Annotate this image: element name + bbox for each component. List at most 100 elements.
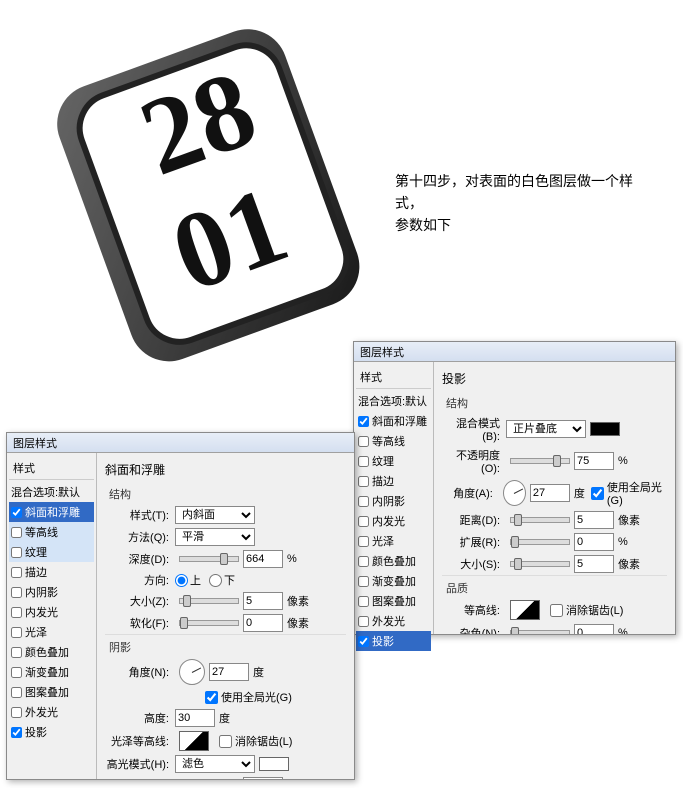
layer-style-dialog-shadow: 图层样式 样式 混合选项:默认 斜面和浮雕 等高线 纹理 描边 内阴影 内发光 … <box>353 341 676 635</box>
sidebar-styles-header[interactable]: 样式 <box>9 457 94 480</box>
spread-slider[interactable] <box>510 539 570 545</box>
soften-input[interactable] <box>243 614 283 632</box>
direction-up[interactable]: 上 <box>175 572 201 588</box>
angle-dial[interactable] <box>179 659 205 685</box>
highlight-color-swatch[interactable] <box>259 757 289 771</box>
chk-coloroverlay[interactable] <box>358 556 369 567</box>
chk-dropshadow[interactable] <box>358 636 369 647</box>
sidebar-item-texture[interactable]: 纹理 <box>9 542 94 562</box>
chk-stroke[interactable] <box>11 567 22 578</box>
chk-outerglow[interactable] <box>11 707 22 718</box>
sidebar-blend-default[interactable]: 混合选项:默认 <box>356 391 431 411</box>
depth-slider[interactable] <box>179 556 239 562</box>
size-input[interactable] <box>574 555 614 573</box>
chk-texture[interactable] <box>11 547 22 558</box>
highlight-opacity-input[interactable] <box>243 777 283 779</box>
gloss-contour-picker[interactable] <box>179 731 209 751</box>
chk-satin[interactable] <box>11 627 22 638</box>
chk-innershadow[interactable] <box>11 587 22 598</box>
opacity-input[interactable] <box>574 452 614 470</box>
chk-contour[interactable] <box>11 527 22 538</box>
size-slider[interactable] <box>510 561 570 567</box>
angle-input[interactable] <box>209 663 249 681</box>
chk-outerglow[interactable] <box>358 616 369 627</box>
antialias-check[interactable]: 消除锯齿(L) <box>550 602 623 618</box>
sidebar-item-outerglow[interactable]: 外发光 <box>356 611 431 631</box>
gloss-contour-label: 光泽等高线: <box>105 733 175 749</box>
chk-texture[interactable] <box>358 456 369 467</box>
sidebar-item-stroke[interactable]: 描边 <box>9 562 94 582</box>
sidebar-item-bevel[interactable]: 斜面和浮雕 <box>356 411 431 431</box>
chk-patternoverlay[interactable] <box>11 687 22 698</box>
sidebar-item-contour[interactable]: 等高线 <box>356 431 431 451</box>
chk-gradientoverlay[interactable] <box>358 576 369 587</box>
highlight-mode-select[interactable]: 滤色 <box>175 755 255 773</box>
sidebar-item-innerglow[interactable]: 内发光 <box>9 602 94 622</box>
sidebar-blend-default[interactable]: 混合选项:默认 <box>9 482 94 502</box>
contour-picker[interactable] <box>510 600 540 620</box>
dialog-title: 图层样式 <box>354 342 675 362</box>
sidebar-item-bevel[interactable]: 斜面和浮雕 <box>9 502 94 522</box>
sidebar-item-coloroverlay[interactable]: 颜色叠加 <box>356 551 431 571</box>
angle-input[interactable] <box>530 484 570 502</box>
sidebar-item-gradientoverlay[interactable]: 渐变叠加 <box>9 662 94 682</box>
sidebar-item-dropshadow[interactable]: 投影 <box>9 722 94 742</box>
use-global-light[interactable]: 使用全局光(G) <box>205 689 292 705</box>
chk-gradientoverlay[interactable] <box>11 667 22 678</box>
size-label: 大小(Z): <box>105 593 175 609</box>
depth-input[interactable] <box>243 550 283 568</box>
logo-2801: 28 01 <box>30 10 390 390</box>
sidebar-item-dropshadow[interactable]: 投影 <box>356 631 431 651</box>
size-input[interactable] <box>243 592 283 610</box>
sidebar-item-coloroverlay[interactable]: 颜色叠加 <box>9 642 94 662</box>
chk-patternoverlay[interactable] <box>358 596 369 607</box>
blend-mode-select[interactable]: 正片叠底 <box>506 420 586 438</box>
shadow-panel: 投影 结构 混合模式(B): 正片叠底 不透明度(O): % 角度(A): 度 … <box>434 362 675 634</box>
chk-satin[interactable] <box>358 536 369 547</box>
angle-dial[interactable] <box>503 480 526 506</box>
style-select[interactable]: 内斜面 <box>175 506 255 524</box>
sidebar-item-outerglow[interactable]: 外发光 <box>9 702 94 722</box>
use-global-light[interactable]: 使用全局光(G) <box>591 479 667 507</box>
sidebar-item-patternoverlay[interactable]: 图案叠加 <box>356 591 431 611</box>
chk-coloroverlay[interactable] <box>11 647 22 658</box>
angle-label: 角度(A): <box>442 485 499 501</box>
panel-title: 投影 <box>442 368 667 391</box>
noise-input[interactable] <box>574 624 614 634</box>
spread-input[interactable] <box>574 533 614 551</box>
sidebar-item-innerglow[interactable]: 内发光 <box>356 511 431 531</box>
angle-label: 角度(N): <box>105 664 175 680</box>
sidebar-item-satin[interactable]: 光泽 <box>356 531 431 551</box>
sidebar-item-innershadow[interactable]: 内阴影 <box>9 582 94 602</box>
antialias-check[interactable]: 消除锯齿(L) <box>219 733 292 749</box>
technique-select[interactable]: 平滑 <box>175 528 255 546</box>
chk-innershadow[interactable] <box>358 496 369 507</box>
distance-slider[interactable] <box>510 517 570 523</box>
sidebar-item-patternoverlay[interactable]: 图案叠加 <box>9 682 94 702</box>
noise-slider[interactable] <box>510 630 570 634</box>
sidebar-item-texture[interactable]: 纹理 <box>356 451 431 471</box>
chk-dropshadow[interactable] <box>11 727 22 738</box>
chk-bevel[interactable] <box>358 416 369 427</box>
chk-stroke[interactable] <box>358 476 369 487</box>
distance-input[interactable] <box>574 511 614 529</box>
chk-bevel[interactable] <box>11 507 22 518</box>
size-slider[interactable] <box>179 598 239 604</box>
sidebar-item-stroke[interactable]: 描边 <box>356 471 431 491</box>
sidebar-item-innershadow[interactable]: 内阴影 <box>356 491 431 511</box>
soften-slider[interactable] <box>179 620 239 626</box>
altitude-input[interactable] <box>175 709 215 727</box>
depth-label: 深度(D): <box>105 551 175 567</box>
chk-innerglow[interactable] <box>11 607 22 618</box>
sidebar-item-contour[interactable]: 等高线 <box>9 522 94 542</box>
sidebar-styles-header[interactable]: 样式 <box>356 366 431 389</box>
layer-style-dialog-bevel: 图层样式 样式 混合选项:默认 斜面和浮雕 等高线 纹理 描边 内阴影 内发光 … <box>6 432 355 780</box>
panel-title: 斜面和浮雕 <box>105 459 346 482</box>
sidebar-item-gradientoverlay[interactable]: 渐变叠加 <box>356 571 431 591</box>
chk-innerglow[interactable] <box>358 516 369 527</box>
opacity-slider[interactable] <box>510 458 570 464</box>
sidebar-item-satin[interactable]: 光泽 <box>9 622 94 642</box>
shadow-color-swatch[interactable] <box>590 422 620 436</box>
direction-down[interactable]: 下 <box>209 572 235 588</box>
chk-contour[interactable] <box>358 436 369 447</box>
